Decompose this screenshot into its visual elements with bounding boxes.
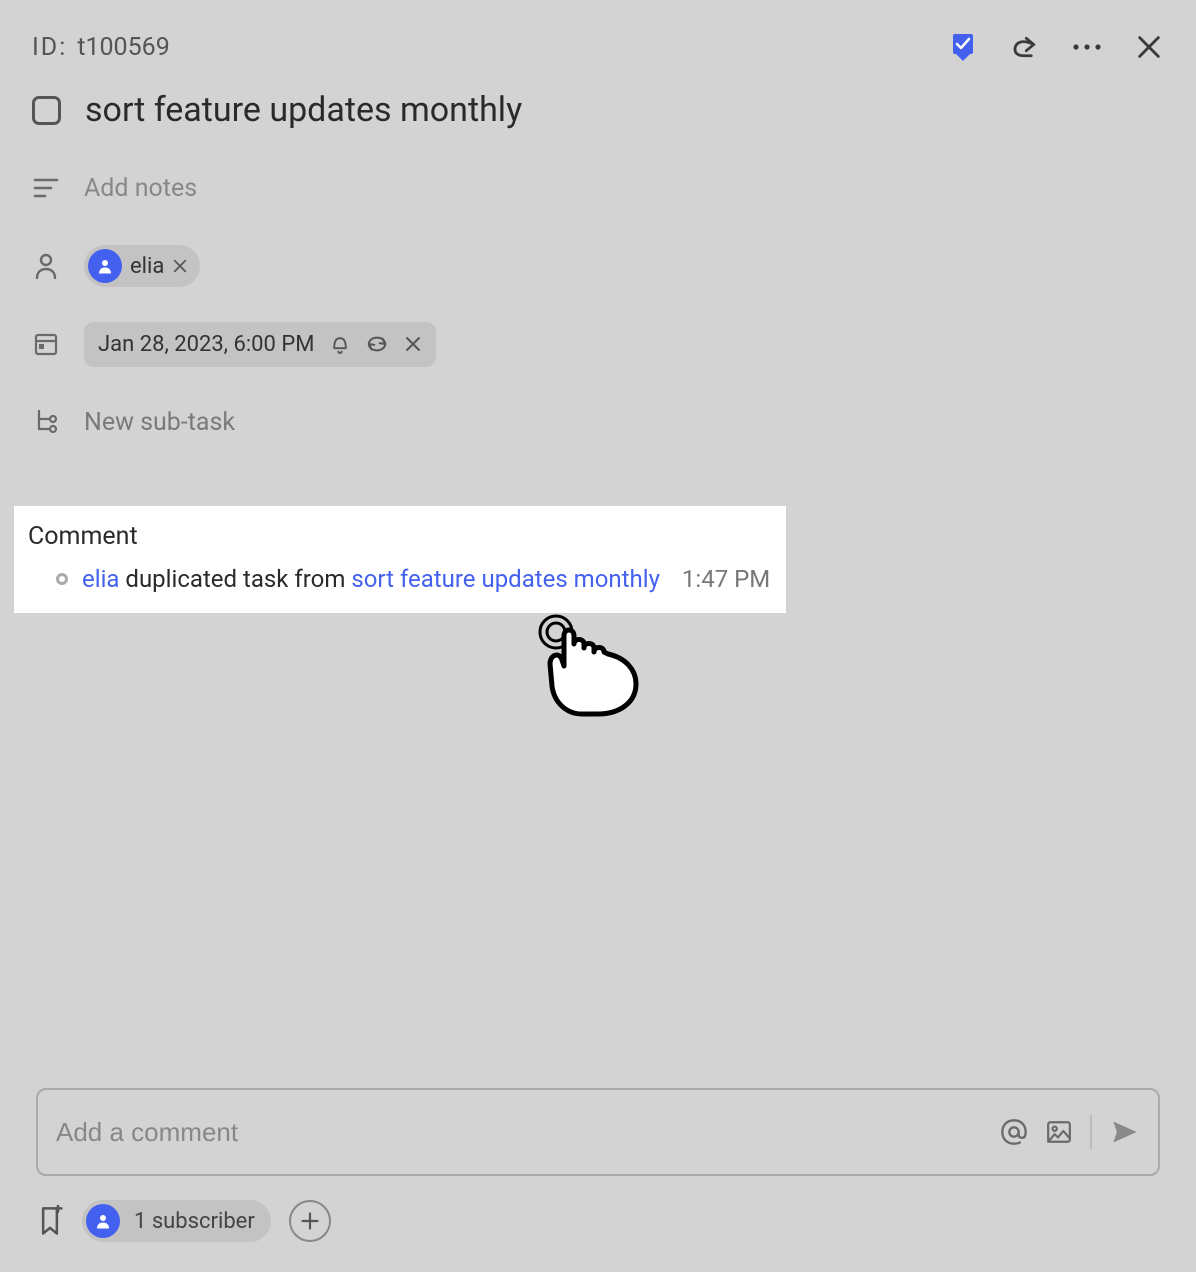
new-subtask-button[interactable]: New sub-task [84, 408, 235, 437]
complete-checkbox[interactable] [32, 96, 61, 125]
header-actions [948, 32, 1164, 62]
task-title[interactable]: sort feature updates monthly [85, 90, 522, 130]
comment-panel: Comment elia duplicated task from sort f… [14, 506, 786, 613]
subscriber-footer: 1 subscriber [0, 1192, 1196, 1272]
notes-input[interactable]: Add notes [84, 174, 197, 203]
mention-icon[interactable] [1000, 1118, 1028, 1146]
comment-heading: Comment [28, 522, 772, 551]
subscriber-count: 1 subscriber [134, 1209, 255, 1234]
subscriber-avatar-icon [86, 1204, 120, 1238]
person-icon [32, 252, 60, 280]
title-row: sort feature updates monthly [0, 80, 1196, 140]
notes-icon [32, 174, 60, 202]
reminder-icon[interactable] [330, 333, 350, 355]
date-value: Jan 28, 2023, 6:00 PM [98, 332, 314, 357]
notes-row: Add notes [0, 158, 1196, 218]
activity-task-link[interactable]: sort feature updates monthly [351, 565, 660, 593]
activity-text: duplicated task from [119, 565, 351, 593]
add-subscriber-button[interactable] [289, 1200, 331, 1242]
id-label: ID: [32, 33, 67, 62]
task-header: ID: t100569 [0, 0, 1196, 80]
divider [1090, 1115, 1092, 1149]
id-value: t100569 [77, 33, 169, 62]
image-icon[interactable] [1046, 1119, 1072, 1145]
activity-time: 1:47 PM [682, 565, 770, 593]
repeat-icon[interactable] [366, 334, 388, 354]
add-bookmark-icon[interactable] [36, 1205, 64, 1237]
subtask-row: New sub-task [0, 392, 1196, 452]
clear-date-icon[interactable] [404, 335, 422, 353]
avatar-icon [88, 249, 122, 283]
more-icon[interactable] [1072, 32, 1102, 62]
comment-input-box[interactable] [36, 1088, 1160, 1176]
comment-input[interactable] [56, 1117, 1000, 1148]
subtask-icon [32, 408, 60, 436]
subscriber-chip[interactable]: 1 subscriber [82, 1200, 271, 1242]
date-chip[interactable]: Jan 28, 2023, 6:00 PM [84, 322, 436, 367]
send-icon[interactable] [1110, 1118, 1140, 1146]
activity-entry: elia duplicated task from sort feature u… [28, 565, 772, 593]
comment-actions [1000, 1115, 1140, 1149]
activity-dot-icon [56, 573, 68, 585]
close-icon[interactable] [1134, 32, 1164, 62]
assignee-chip[interactable]: elia [84, 245, 200, 287]
date-row: Jan 28, 2023, 6:00 PM [0, 314, 1196, 374]
assignee-name: elia [130, 254, 164, 279]
remove-assignee-icon[interactable] [172, 258, 188, 274]
share-icon[interactable] [1010, 32, 1040, 62]
assignee-row: elia [0, 236, 1196, 296]
activity-user-link[interactable]: elia [82, 565, 119, 593]
calendar-icon [32, 330, 60, 358]
bookmark-filled-icon[interactable] [948, 32, 978, 62]
